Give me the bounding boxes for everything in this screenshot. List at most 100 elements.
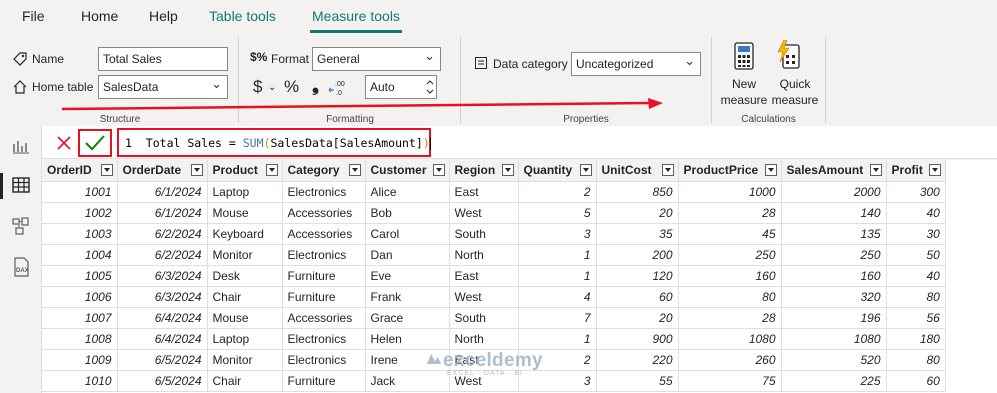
filter-dropdown-icon[interactable] [265, 164, 278, 176]
table-row[interactable]: 1002 6/1/2024 Mouse Accessories Bob West 5 20 28… [42, 202, 946, 224]
filter-dropdown-icon[interactable] [501, 164, 514, 176]
table-cell[interactable]: 160 [781, 265, 887, 287]
table-cell[interactable]: 1007 [42, 307, 118, 329]
table-cell[interactable]: Chair [207, 370, 283, 392]
table-cell[interactable]: 520 [781, 349, 887, 371]
table-cell[interactable]: 200 [596, 244, 679, 266]
table-cell[interactable]: 80 [886, 286, 946, 308]
table-cell[interactable]: 160 [678, 265, 782, 287]
table-cell[interactable]: 30 [886, 223, 946, 245]
table-cell[interactable]: 80 [678, 286, 782, 308]
table-cell[interactable]: 6/4/2024 [117, 328, 208, 350]
table-cell[interactable]: East [449, 265, 519, 287]
table-cell[interactable]: 1005 [42, 265, 118, 287]
table-cell[interactable]: Desk [207, 265, 283, 287]
table-cell[interactable]: 120 [596, 265, 679, 287]
table-cell[interactable]: 1003 [42, 223, 118, 245]
commit-button[interactable] [78, 129, 112, 157]
menu-file[interactable]: File [22, 8, 45, 24]
filter-dropdown-icon[interactable] [190, 164, 203, 176]
table-cell[interactable]: Furniture [282, 370, 366, 392]
table-cell[interactable]: 1080 [678, 328, 782, 350]
table-cell[interactable]: 1008 [42, 328, 118, 350]
table-cell[interactable]: Grace [365, 307, 450, 329]
column-header[interactable]: Customer [365, 160, 450, 182]
table-cell[interactable]: 75 [678, 370, 782, 392]
table-cell[interactable]: 850 [596, 181, 679, 203]
table-cell[interactable]: West [449, 286, 519, 308]
table-cell[interactable]: 180 [886, 328, 946, 350]
table-cell[interactable]: 1010 [42, 370, 118, 392]
calculator-icon[interactable] [733, 42, 755, 70]
table-row[interactable]: 1003 6/2/2024 Keyboard Accessories Carol Sout… [42, 223, 946, 245]
table-cell[interactable]: 4 [518, 286, 597, 308]
table-cell[interactable]: 6/2/2024 [117, 223, 208, 245]
table-cell[interactable]: Electronics [282, 349, 366, 371]
table-cell[interactable]: 225 [781, 370, 887, 392]
column-header[interactable]: OrderID [42, 160, 118, 182]
chevron-down-icon[interactable]: ⌄ [268, 82, 276, 93]
table-cell[interactable]: 20 [596, 307, 679, 329]
column-header[interactable]: Product [207, 160, 283, 182]
currency-button[interactable]: $ [253, 77, 262, 97]
column-header[interactable]: SalesAmount [781, 160, 887, 182]
filter-dropdown-icon[interactable] [928, 164, 941, 176]
filter-dropdown-icon[interactable] [579, 164, 592, 176]
home-table-select[interactable]: SalesData [98, 75, 228, 99]
table-cell[interactable]: 1009 [42, 349, 118, 371]
percent-button[interactable]: % [284, 77, 299, 97]
table-cell[interactable]: 6/5/2024 [117, 349, 208, 371]
column-header[interactable]: Profit [886, 160, 946, 182]
table-cell[interactable]: 1 [518, 244, 597, 266]
table-cell[interactable]: 40 [886, 265, 946, 287]
table-cell[interactable]: 55 [596, 370, 679, 392]
table-cell[interactable]: 320 [781, 286, 887, 308]
table-cell[interactable]: 40 [886, 202, 946, 224]
filter-dropdown-icon[interactable] [432, 164, 445, 176]
table-cell[interactable]: 1080 [781, 328, 887, 350]
table-cell[interactable]: 1006 [42, 286, 118, 308]
table-cell[interactable]: Mouse [207, 202, 283, 224]
column-header[interactable]: Category [282, 160, 366, 182]
quick-measure-button[interactable]: Quick measure [766, 76, 824, 108]
table-cell[interactable]: 6/3/2024 [117, 286, 208, 308]
menu-home[interactable]: Home [81, 8, 118, 24]
table-cell[interactable]: 300 [886, 181, 946, 203]
comma-button[interactable]: ❟ [312, 75, 319, 96]
menu-measure-tools[interactable]: Measure tools [312, 8, 400, 24]
table-cell[interactable]: 5 [518, 202, 597, 224]
table-row[interactable]: 1004 6/2/2024 Monitor Electronics Dan North 1 2… [42, 244, 946, 266]
table-row[interactable]: 1007 6/4/2024 Mouse Accessories Grace South 7 2… [42, 307, 946, 329]
table-cell[interactable]: Furniture [282, 286, 366, 308]
table-cell[interactable]: Furniture [282, 265, 366, 287]
table-row[interactable]: 1005 6/3/2024 Desk Furniture Eve East 1 120 160 1… [42, 265, 946, 287]
table-cell[interactable]: 1004 [42, 244, 118, 266]
table-cell[interactable]: 28 [678, 307, 782, 329]
table-cell[interactable]: Keyboard [207, 223, 283, 245]
table-cell[interactable]: 20 [596, 202, 679, 224]
table-cell[interactable]: 80 [886, 349, 946, 371]
table-row[interactable]: 1008 6/4/2024 Laptop Electronics Helen North 1… [42, 328, 946, 350]
table-cell[interactable]: Electronics [282, 181, 366, 203]
table-cell[interactable]: 60 [886, 370, 946, 392]
table-cell[interactable]: East [449, 181, 519, 203]
table-cell[interactable]: Accessories [282, 307, 366, 329]
quick-measure-icon[interactable] [776, 40, 802, 70]
table-cell[interactable]: 135 [781, 223, 887, 245]
table-cell[interactable]: South [449, 307, 519, 329]
menu-table-tools[interactable]: Table tools [209, 8, 276, 24]
formula-input[interactable]: 1 Total Sales = SUM(SalesData[SalesAmoun… [117, 128, 431, 157]
table-cell[interactable]: Accessories [282, 202, 366, 224]
table-cell[interactable]: Bob [365, 202, 450, 224]
table-cell[interactable]: 35 [596, 223, 679, 245]
model-view-icon[interactable] [12, 217, 30, 235]
table-row[interactable]: 1001 6/1/2024 Laptop Electronics Alice East 2 8… [42, 181, 946, 203]
report-view-icon[interactable] [12, 138, 30, 154]
table-cell[interactable]: 196 [781, 307, 887, 329]
table-cell[interactable]: Chair [207, 286, 283, 308]
table-cell[interactable]: 1000 [678, 181, 782, 203]
filter-dropdown-icon[interactable] [348, 164, 361, 176]
table-cell[interactable]: Mouse [207, 307, 283, 329]
table-cell[interactable]: 28 [678, 202, 782, 224]
table-cell[interactable]: 250 [678, 244, 782, 266]
